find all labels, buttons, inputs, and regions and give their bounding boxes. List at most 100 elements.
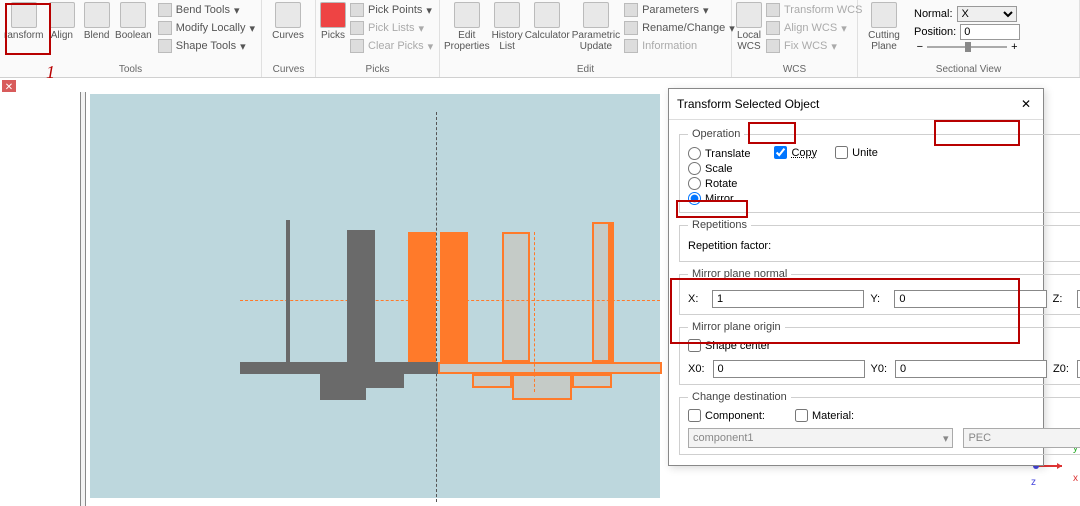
rename-change-button[interactable]: Rename/Change ▾ (622, 20, 737, 36)
bend-label: Bend Tools (176, 4, 230, 16)
edit-properties-button[interactable]: Edit Properties (444, 2, 490, 52)
mo-y-input[interactable] (895, 360, 1047, 378)
dialog-close-button[interactable]: ✕ (1017, 95, 1035, 113)
shape-icon (158, 39, 172, 53)
component-combo[interactable]: component1▾ (688, 428, 953, 448)
calculator-icon (534, 2, 560, 28)
material-label: Material: (812, 410, 854, 422)
mo-x-label: X0: (688, 363, 705, 375)
operation-fieldset: Operation Translate Scale Rotate Mirror … (679, 128, 1080, 213)
mn-z-input[interactable] (1077, 290, 1080, 308)
axis-z-label: z (1031, 477, 1036, 488)
boolean-icon (120, 2, 146, 28)
calculator-label: Calculator (525, 30, 570, 41)
radio-rotate-label: Rotate (705, 178, 737, 190)
clear-picks-button[interactable]: Clear Picks ▾ (348, 38, 435, 54)
mn-x-input[interactable] (712, 290, 864, 308)
bend-icon (158, 3, 172, 17)
material-combo[interactable]: PEC▾ (963, 428, 1080, 448)
calculator-button[interactable]: Calculator (525, 2, 570, 41)
fix-wcs-button[interactable]: Fix WCS ▾ (764, 38, 864, 54)
ribbon-group-curves: Curves Curves (262, 0, 316, 77)
align-button[interactable]: Align (45, 2, 78, 41)
pick-points-label: Pick Points (368, 4, 422, 16)
radio-mirror[interactable] (688, 192, 701, 205)
bend-tools-button[interactable]: Bend Tools ▾ (156, 2, 257, 18)
copy-checkbox-wrap[interactable]: Copy (774, 146, 817, 159)
shape-tools-button[interactable]: Shape Tools ▾ (156, 38, 257, 54)
modify-locally-button[interactable]: Modify Locally ▾ (156, 20, 257, 36)
align-wcs-button[interactable]: Align WCS ▾ (764, 20, 864, 36)
edit-properties-icon (454, 2, 480, 28)
blend-button[interactable]: Blend (80, 2, 113, 41)
parameters-icon (624, 3, 638, 17)
shape-fin-5 (592, 222, 610, 362)
history-list-button[interactable]: History List (492, 2, 523, 52)
copy-checkbox[interactable] (774, 146, 787, 159)
mirror-origin-legend: Mirror plane origin (688, 321, 785, 333)
component-checkbox-wrap[interactable]: Component: (688, 409, 765, 422)
position-input[interactable] (960, 24, 1020, 40)
transform-button[interactable]: ransform (4, 2, 43, 41)
normal-select[interactable]: X (957, 6, 1017, 22)
ribbon-group-picks: Picks Pick Points ▾ Pick Lists ▾ Clear P… (316, 0, 440, 77)
shape-fin-1 (286, 220, 290, 362)
cutting-plane-button[interactable]: Cutting Plane (862, 2, 906, 52)
information-button[interactable]: Information (622, 38, 737, 54)
local-wcs-icon (736, 2, 762, 28)
dialog-titlebar[interactable]: Transform Selected Object ✕ (669, 89, 1043, 120)
position-slider[interactable]: − + (914, 42, 1020, 52)
curves-button[interactable]: Curves (266, 2, 310, 41)
pick-lists-button[interactable]: Pick Lists ▾ (348, 20, 435, 36)
parameters-button[interactable]: Parameters ▾ (622, 2, 737, 18)
mn-z-label: Z: (1053, 293, 1071, 305)
fix-wcs-label: Fix WCS (784, 40, 827, 52)
radio-scale[interactable] (688, 162, 701, 175)
radio-translate[interactable] (688, 147, 701, 160)
information-icon (624, 39, 638, 53)
mirror-normal-legend: Mirror plane normal (688, 268, 791, 280)
normal-label: Normal: (914, 8, 953, 20)
shape-center-checkbox[interactable] (688, 339, 701, 352)
local-wcs-label: Local WCS (736, 30, 762, 52)
radio-rotate[interactable] (688, 177, 701, 190)
mn-x-label: X: (688, 293, 706, 305)
component-value: component1 (693, 432, 754, 444)
repetition-factor-label: Repetition factor: (688, 240, 771, 252)
curves-group-label: Curves (266, 64, 311, 77)
pick-points-button[interactable]: Pick Points ▾ (348, 2, 435, 18)
modify-icon (158, 21, 172, 35)
mn-y-label: Y: (870, 293, 888, 305)
local-wcs-button[interactable]: Local WCS (736, 2, 762, 52)
pick-lists-icon (350, 21, 364, 35)
boolean-button[interactable]: Boolean (115, 2, 152, 41)
shape-fin-5b (610, 222, 614, 362)
unite-label: Unite (852, 147, 878, 159)
blend-label: Blend (84, 30, 110, 41)
curves-icon (275, 2, 301, 28)
shape-center-wrap[interactable]: Shape center (688, 339, 770, 352)
mirror-normal-fieldset: Mirror plane normal X: Y: Z: (679, 268, 1080, 315)
material-checkbox-wrap[interactable]: Material: (795, 409, 854, 422)
destination-fieldset: Change destination Component: Material: … (679, 391, 1080, 455)
annotation-1: 1 (46, 62, 55, 83)
material-checkbox[interactable] (795, 409, 808, 422)
unite-checkbox[interactable] (835, 146, 848, 159)
parametric-update-button[interactable]: Parametric Update (572, 2, 620, 52)
dialog-title: Transform Selected Object (677, 97, 819, 111)
mo-x-input[interactable] (713, 360, 865, 378)
destination-legend: Change destination (688, 391, 791, 403)
shape-fin-3 (408, 232, 436, 362)
position-label: Position: (914, 26, 956, 38)
cutting-plane-label: Cutting Plane (862, 30, 906, 52)
transform-wcs-button[interactable]: Transform WCS (764, 2, 864, 18)
mn-y-input[interactable] (894, 290, 1046, 308)
axis-x-label: x (1073, 473, 1078, 484)
component-checkbox[interactable] (688, 409, 701, 422)
unite-checkbox-wrap[interactable]: Unite (835, 146, 878, 159)
parameters-label: Parameters (642, 4, 699, 16)
picks-button[interactable]: Picks (320, 2, 346, 41)
align-wcs-icon (766, 21, 780, 35)
repetitions-fieldset: Repetitions Repetition factor: ▲▼ (679, 219, 1080, 262)
curves-label: Curves (272, 30, 304, 41)
